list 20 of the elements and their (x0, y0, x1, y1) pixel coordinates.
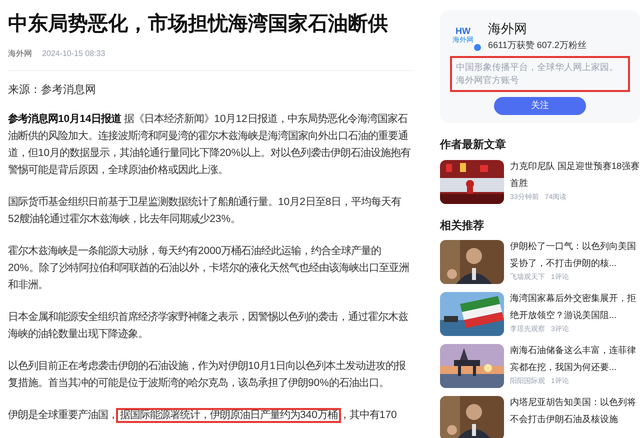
author-bio: 中国形象传播平台，全球华人网上家园。海外网官方账号 (450, 56, 630, 92)
source-name[interactable]: 海外网 (8, 48, 32, 60)
author-name[interactable]: 海外网 (488, 20, 586, 38)
article-link[interactable]: 内塔尼亚胡告知美国：以色列将不会打击伊朗石油及核设施 (510, 394, 640, 428)
article-link[interactable]: 伊朗松了一口气：以色列向美国妥协了，不打击伊朗的核... (510, 238, 640, 272)
publish-date: 2024-10-15 08:33 (42, 48, 106, 60)
article-paragraph: 国际货币基金组织日前基于卫星监测数据统计了船舶通行量。10月2日至8日，平均每天有52艘油轮通过霍尔木兹海峡，比去年同期减少23%。 (8, 195, 402, 227)
article-paragraph: 日本金属和能源安全组织首席经济学家野神隆之表示，因警惕以色列的袭击，通过霍尔木兹海峡的油轮数量出现下降迹象。 (8, 310, 409, 342)
article-paragraph: 以色列目前正在考虑袭击伊朗的石油设施，作为对伊朗10月1日向以色列本土发动进攻的报复措施。首当其冲的可能是位于波斯湾的哈尔克岛，该岛承担了伊朗90%的石油出口。 (8, 359, 406, 391)
author-stats: 6611万获赞 607.2万粉丝 (488, 39, 586, 52)
section-heading: 相关推荐 (440, 218, 485, 234)
article-link[interactable]: 南海石油储备这么丰富，连菲律宾都在挖，我国为何还要... (510, 342, 640, 376)
article-link[interactable]: 海湾国家幕后外交密集展开，拒绝开放领空？游说美国阻... (510, 290, 640, 324)
article-paragraph: 霍尔木兹海峡是一条能源大动脉，每天约有2000万桶石油经此运输，约合全球产量的20%。除了沙特阿拉伯和阿联酋的石油以外，卡塔尔的液化天然气也经由该海峡出口至亚洲和非洲。 (8, 244, 410, 293)
source-line: 来源：参考消息网 (8, 83, 97, 98)
article-paragraph: 参考消息网10月14日报道 据《日本经济新闻》10月12日报道，中东局势恶化令海湾国家石油断供的风险加大。连接波斯湾和阿曼湾的霍尔木兹海峡是海湾国家向外出口石油的重要通道，但10月的数据显示，其油轮通行量同比下降20%以上。对以色列袭击伊朗石油设施抱有警惕可能是背后原因，全球原油价格或因此上涨。 (8, 112, 412, 178)
section-heading: 作者最新文章 (440, 138, 507, 153)
article-link[interactable]: 力克印尼队 国足迎世预赛18强赛首胜 (510, 158, 640, 192)
article-title: 中东局势恶化，市场担忧海湾国家石油断供 (8, 12, 388, 37)
follow-button[interactable]: 关注 (494, 97, 586, 115)
